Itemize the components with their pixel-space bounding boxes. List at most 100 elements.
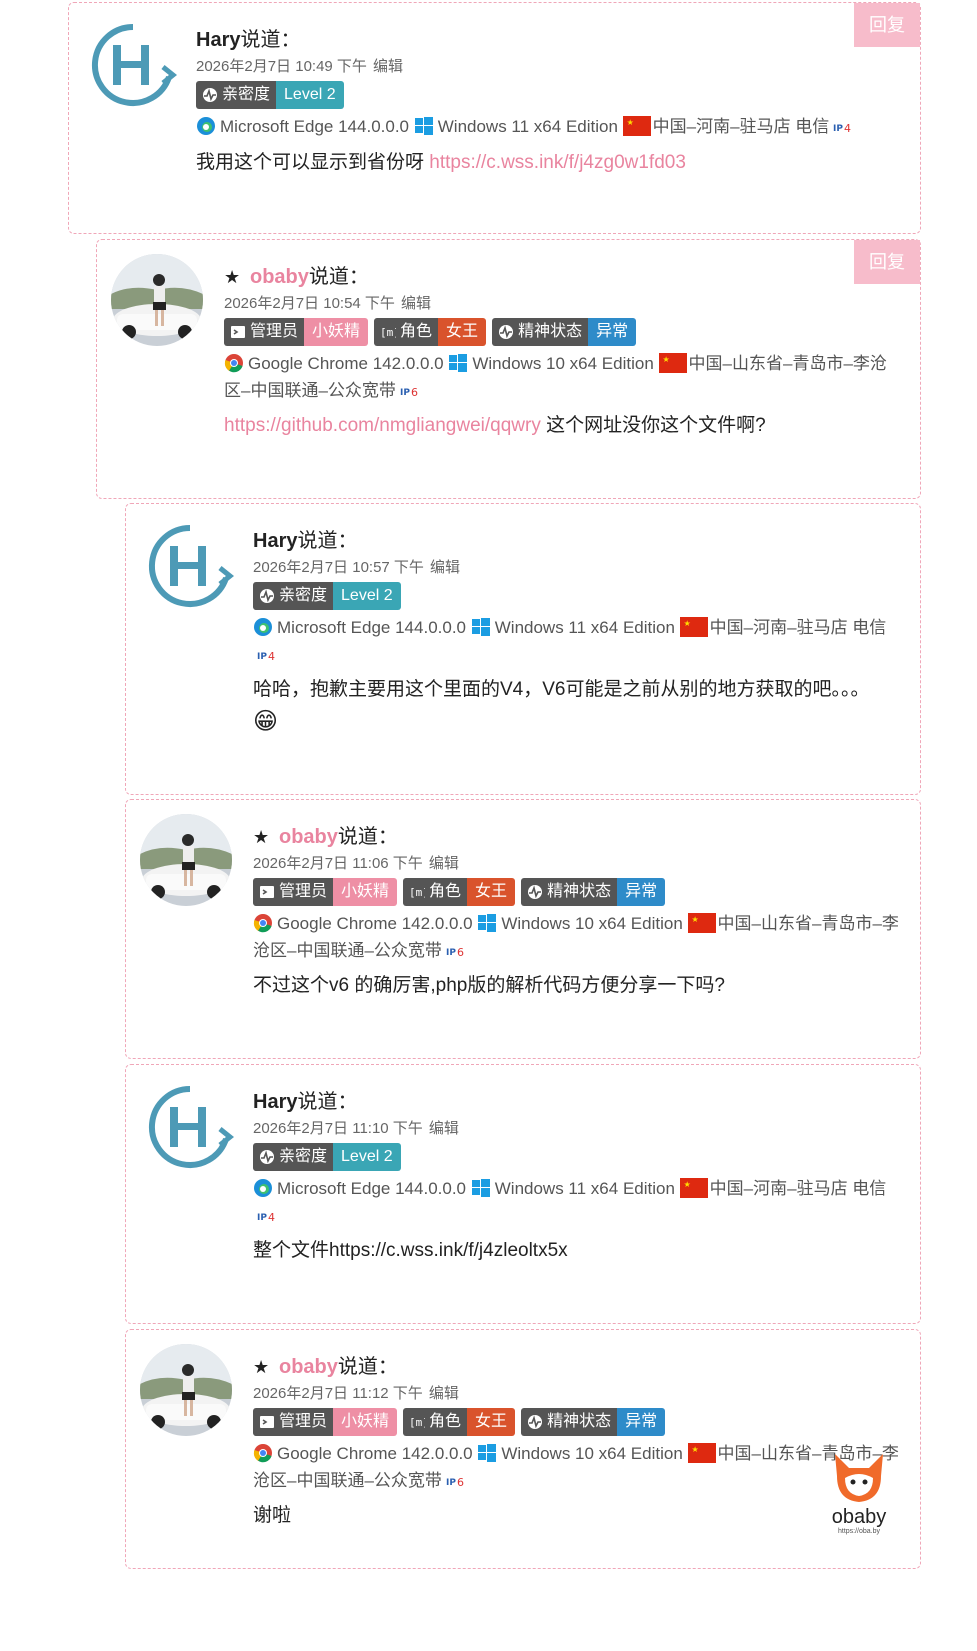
comment-datetime[interactable]: 2026年2月7日 11:06 下午 (253, 855, 423, 872)
comment-author-line: Hary说道： (196, 23, 300, 52)
comment-card: ★obaby说道： 2026年2月7日 11:12 下午编辑 管理员小妖精[m]… (125, 1329, 921, 1569)
os-name: Windows 10 x64 Edition (501, 914, 683, 933)
badge-value: Level 2 (333, 582, 401, 610)
author-name[interactable]: obaby (250, 266, 309, 288)
edit-link[interactable]: 编辑 (401, 295, 431, 312)
comment-body: 哈哈，抱歉主要用这个里面的V4，V6可能是之前从别的地方获取的吧。。。 😁 (253, 674, 913, 740)
comment-link[interactable]: https://c.wss.ink/f/j4zg0w1fd03 (429, 152, 686, 173)
comment-text: 不过这个v6 的确厉害,php版的解析代码方便分享一下吗? (253, 975, 725, 996)
svg-text:4: 4 (844, 122, 851, 134)
edge-browser-icon (254, 1179, 272, 1197)
badge-intimacy: 亲密度 Level 2 (253, 1143, 401, 1171)
badge-value: Level 2 (276, 81, 344, 109)
comment-card: ★obaby说道： 2026年2月7日 11:06 下午编辑 管理员小妖精[m]… (125, 799, 921, 1059)
badge-row: 管理员小妖精[m]角色女王精神状态异常 (253, 878, 671, 906)
ipv6-icon: IP 6 (446, 1476, 464, 1488)
badge-row: 亲密度 Level 2 (253, 1143, 407, 1171)
said-label: 说道： (337, 826, 398, 848)
windows-icon (414, 117, 433, 135)
reply-button[interactable]: 回复 (854, 240, 920, 284)
badge-row: 亲密度 Level 2 (253, 582, 407, 610)
comment-meta: 2026年2月7日 10:57 下午 编辑 (253, 556, 460, 577)
avatar-hary[interactable] (144, 1081, 236, 1173)
svg-text:[m]: [m] (409, 886, 425, 899)
comment-datetime[interactable]: 2026年2月7日 10:49 下午 (196, 58, 367, 75)
os-name: Windows 10 x64 Edition (472, 354, 654, 373)
svg-text:[m]: [m] (409, 1416, 425, 1429)
avatar-obaby[interactable] (140, 814, 232, 906)
badge-value: 异常 (617, 878, 666, 906)
china-flag-icon: ★ (679, 617, 708, 637)
os-name: Windows 10 x64 Edition (501, 1444, 683, 1463)
location-text: 中国–河南–驻马店 电信 (709, 1179, 887, 1198)
comment-datetime[interactable]: 2026年2月7日 10:54 下午 (224, 295, 395, 312)
comment-datetime[interactable]: 2026年2月7日 10:57 下午 (253, 559, 424, 576)
edit-link[interactable]: 编辑 (429, 855, 459, 872)
os-name: Windows 11 x64 Edition (494, 1179, 675, 1198)
comment-link[interactable]: https://github.com/nmgliangwei/qqwry (224, 415, 541, 436)
svg-text:IP: IP (257, 1213, 267, 1223)
badge-admin: 管理员 小妖精 (224, 318, 369, 346)
browser-name: Google Chrome 142.0.0.0 (277, 1444, 473, 1463)
svg-text:IP: IP (833, 124, 843, 134)
badge-row: 管理员小妖精[m]角色女王精神状态异常 (224, 318, 642, 346)
location-text: 中国–河南–驻马店 电信 (652, 117, 830, 136)
badge-value: 小妖精 (333, 1408, 398, 1436)
author-name[interactable]: Hary (253, 530, 297, 552)
browser-name: Microsoft Edge 144.0.0.0 (220, 117, 410, 136)
author-name[interactable]: Hary (196, 29, 240, 51)
floating-obaby-logo[interactable]: obaby https://oba.by (824, 1450, 894, 1546)
avatar-hary[interactable] (87, 19, 179, 111)
svg-text:4: 4 (268, 650, 275, 662)
comment-datetime[interactable]: 2026年2月7日 11:10 下午 (253, 1120, 423, 1137)
chrome-browser-icon (253, 914, 272, 933)
user-agent-line: Google Chrome 142.0.0.0 Windows 10 x64 E… (253, 910, 903, 964)
badge-mental-state: 精神状态 异常 (492, 318, 637, 346)
badge-key: 亲密度 (279, 1148, 328, 1165)
china-flag-icon: ★ (679, 1178, 708, 1198)
badge-value: Level 2 (333, 1143, 401, 1171)
avatar-hary[interactable] (144, 520, 236, 612)
comment-body: 不过这个v6 的确厉害,php版的解析代码方便分享一下吗? (253, 970, 903, 1002)
edit-link[interactable]: 编辑 (429, 1385, 459, 1402)
svg-text:IP: IP (400, 388, 410, 398)
comment-card: 回复 ★ obaby说道： 2026年2月7日 10:54 下午 编辑 管理员 小妖精… (96, 239, 921, 499)
user-agent-line: Microsoft Edge 144.0.0.0 Windows 11 x64 … (253, 614, 903, 668)
avatar-obaby[interactable] (111, 254, 203, 346)
comment-meta: 2026年2月7日 10:54 下午 编辑 (224, 292, 431, 313)
comment-meta: 2026年2月7日 11:10 下午 编辑 (253, 1117, 459, 1138)
user-agent-line: Google Chrome 142.0.0.0 Windows 10 x64 E… (253, 1440, 903, 1494)
author-name[interactable]: Hary (253, 1091, 297, 1113)
said-label: 说道： (240, 29, 301, 51)
comment-text-after: 这个网址没你这个文件啊? (540, 415, 766, 436)
windows-icon (478, 914, 497, 932)
logo-url: https://oba.by (837, 1528, 881, 1535)
reply-button[interactable]: 回复 (854, 3, 920, 47)
ipv6-icon: IP 6 (446, 946, 464, 958)
svg-text:[m]: [m] (380, 326, 396, 339)
windows-icon (478, 1444, 497, 1462)
badge-key: 管理员 (279, 883, 328, 900)
badge-key: 角色 (429, 1413, 462, 1430)
star-icon: ★ (253, 1357, 270, 1377)
bracket-m-icon: [m] (380, 326, 396, 339)
badge-key: 角色 (400, 323, 433, 340)
ipv4-icon: IP 4 (833, 122, 851, 134)
badge-key: 亲密度 (279, 587, 328, 604)
badge-admin: 管理员 小妖精 (253, 878, 398, 906)
comment-datetime[interactable]: 2026年2月7日 11:12 下午 (253, 1385, 423, 1402)
comment-meta: 2026年2月7日 11:12 下午 编辑 (253, 1382, 459, 1403)
edit-link[interactable]: 编辑 (373, 58, 403, 75)
comment-text: 哈哈，抱歉主要用这个里面的V4，V6可能是之前从别的地方获取的吧。。。 (253, 679, 870, 700)
heartbeat-icon (203, 88, 217, 102)
author-name[interactable]: obaby (279, 826, 338, 848)
author-name[interactable]: obaby (279, 1356, 338, 1378)
avatar-obaby[interactable] (140, 1344, 232, 1436)
user-agent-line: Microsoft Edge 144.0.0.0 Windows 11 x64 … (196, 113, 916, 140)
edit-link[interactable]: 编辑 (430, 559, 460, 576)
china-flag-icon: ★ (687, 1443, 716, 1463)
heartbeat-icon (260, 1150, 274, 1164)
edge-browser-icon (254, 618, 272, 636)
badge-admin: 管理员 小妖精 (253, 1408, 398, 1436)
edit-link[interactable]: 编辑 (429, 1120, 459, 1137)
